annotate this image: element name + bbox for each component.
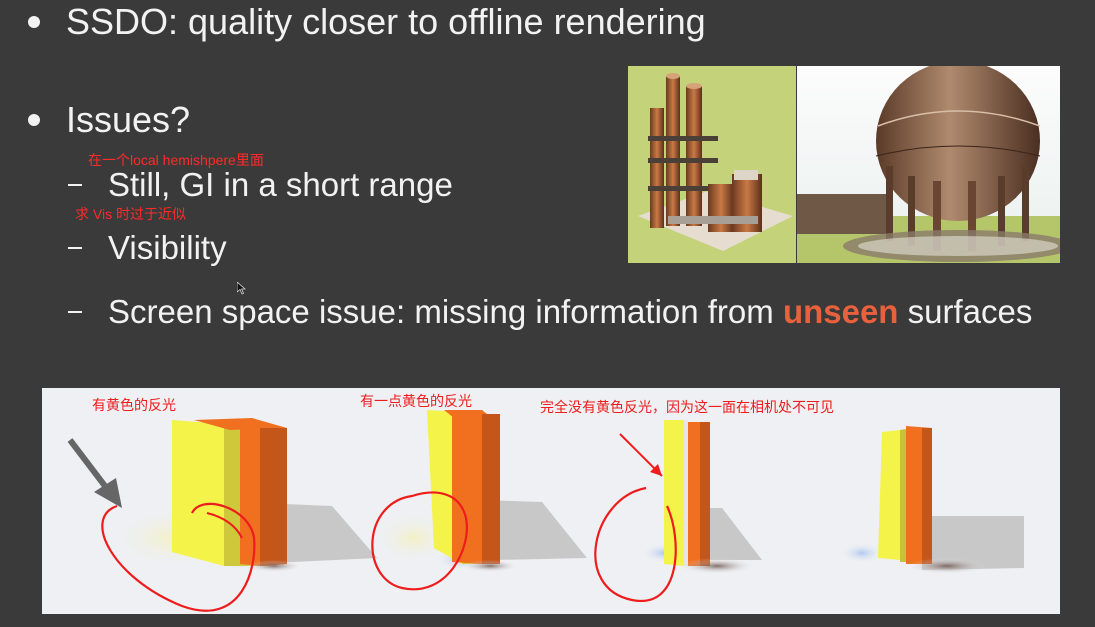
mouse-cursor-icon [237,282,246,295]
dash-icon [68,311,82,313]
panel-scene: 有黄色的反光 有一点黄色的反光 完全没有黄色反光，因为这一面在相机处不可见 [67,393,1024,612]
issues-heading: Issues? [66,99,191,140]
subitem-text-pre: Screen space issue: missing information … [108,293,783,330]
bullet-dot-icon [28,114,40,126]
subitem-text-post: surfaces [898,293,1033,330]
figure-note-3: 完全没有黄色反光，因为这一面在相机处不可见 [540,399,834,415]
subitem-text: Still, GI in a short range [108,166,453,203]
highlight-unseen: unseen [782,293,899,330]
figure-note-2: 有一点黄色的反光 [360,393,472,409]
dash-icon [68,247,82,249]
bullet-dot-icon [28,16,40,28]
slide: SSDO: quality closer to offline renderin… [0,0,1095,627]
dash-icon [68,184,82,186]
ssdo-comparison-figure: 有黄色的反光 有一点黄色的反光 完全没有黄色反光，因为这一面在相机处不可见 [42,388,1060,614]
subitem-text: Visibility [108,229,227,266]
subitem-visibility: Visibility [68,229,227,267]
subitem-screen-space: Screen space issue: missing information … [68,293,1032,331]
title-bullet: SSDO: quality closer to offline renderin… [28,2,706,42]
subitem-gi-range: Still, GI in a short range [68,166,453,204]
slide-title: SSDO: quality closer to offline renderin… [66,1,706,42]
subitem-text: Screen space issue: missing information … [108,293,1032,331]
figure-note-1: 有黄色的反光 [92,397,176,413]
note-visibility-approx: 求 Vis 时过于近似 [75,206,186,222]
arrow-icon [67,438,111,492]
industrial-render-image [628,66,1060,263]
issues-bullet: Issues? [28,100,190,140]
